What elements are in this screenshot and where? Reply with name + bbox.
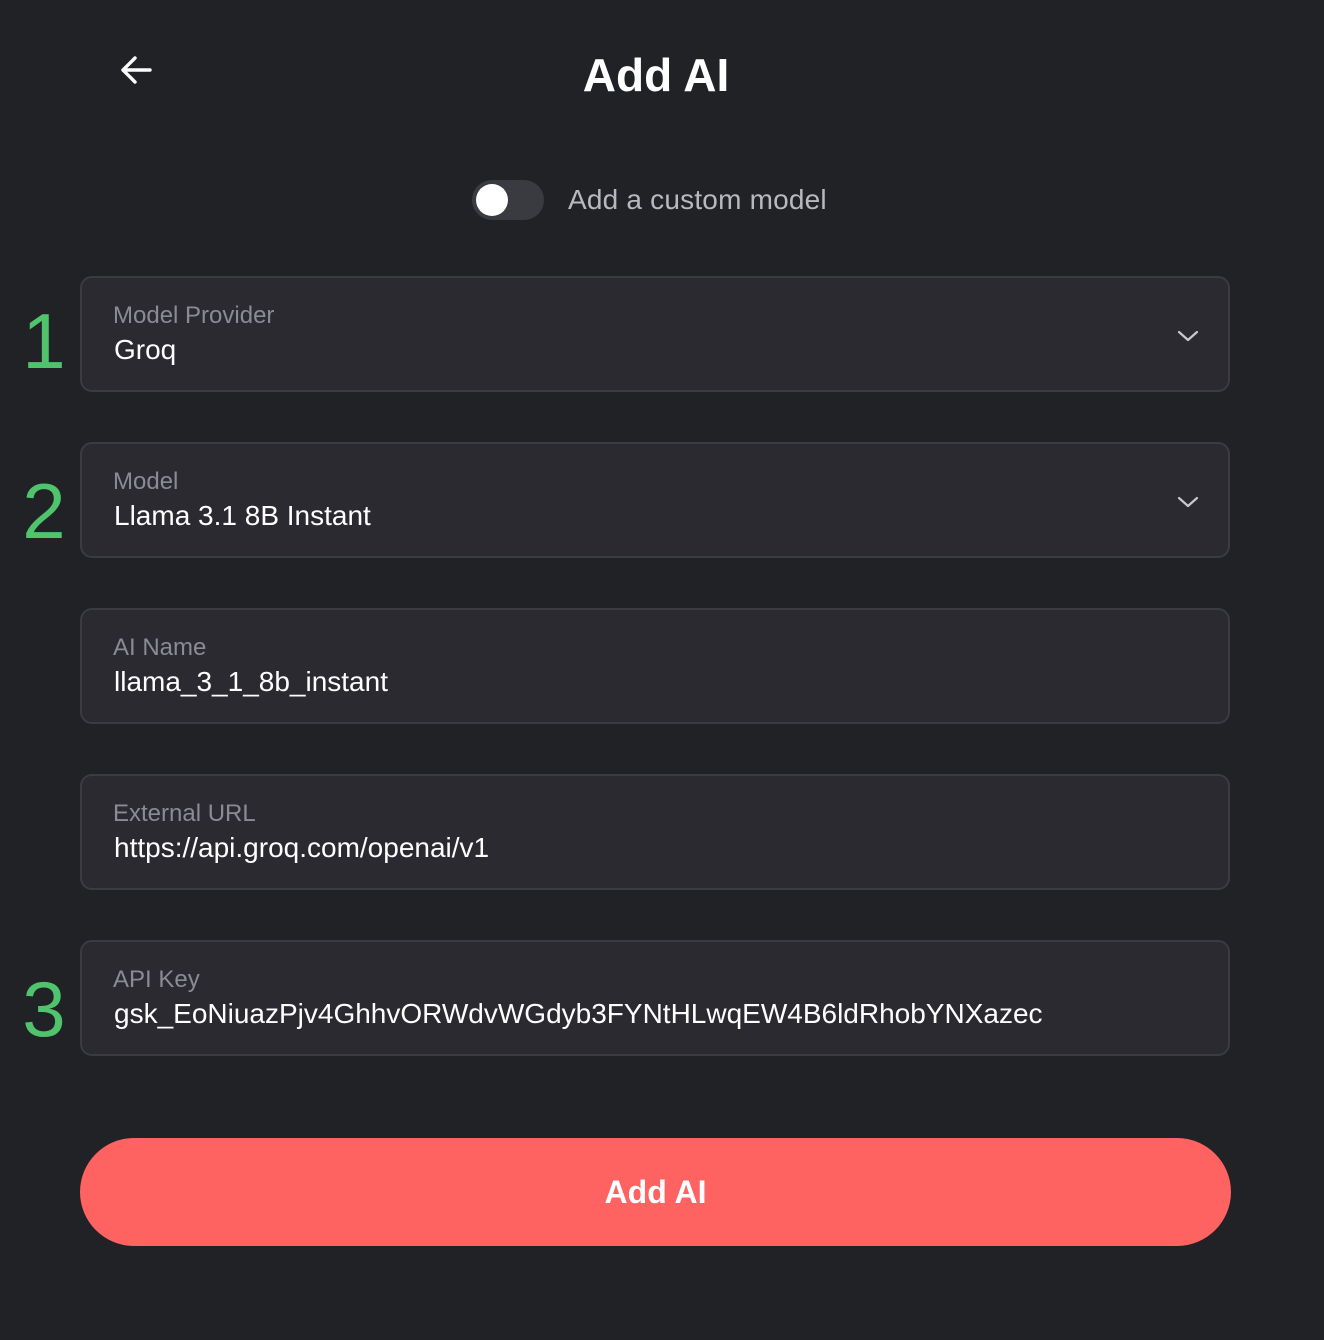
custom-model-toggle-row: Add a custom model: [472, 180, 827, 220]
external-url-label: External URL: [113, 800, 256, 827]
step-marker-3: 3: [22, 965, 66, 1053]
api-key-label: API Key: [113, 966, 200, 993]
external-url-field[interactable]: External URL https://api.groq.com/openai…: [80, 774, 1230, 890]
add-ai-button[interactable]: Add AI: [80, 1138, 1231, 1246]
model-provider-label: Model Provider: [113, 302, 275, 329]
model-select[interactable]: Model Llama 3.1 8B Instant: [80, 442, 1230, 558]
chevron-down-icon: [1177, 496, 1199, 508]
chevron-down-icon: [1177, 330, 1199, 342]
api-key-value[interactable]: gsk_EoNiuazPjv4GhhvORWdvWGdyb3FYNtHLwqEW…: [114, 998, 1043, 1030]
model-provider-select[interactable]: Model Provider Groq: [80, 276, 1230, 392]
ai-name-label: AI Name: [113, 634, 207, 661]
model-value: Llama 3.1 8B Instant: [114, 500, 371, 531]
api-key-field[interactable]: API Key gsk_EoNiuazPjv4GhhvORWdvWGdyb3FY…: [80, 940, 1230, 1056]
step-marker-2: 2: [22, 467, 66, 555]
toggle-knob: [476, 184, 508, 216]
model-label: Model: [113, 468, 179, 495]
step-marker-1: 1: [22, 297, 66, 385]
ai-name-field[interactable]: AI Name llama_3_1_8b_instant: [80, 608, 1230, 724]
custom-model-toggle[interactable]: [472, 180, 544, 220]
model-provider-value: Groq: [114, 334, 177, 365]
external-url-value[interactable]: https://api.groq.com/openai/v1: [114, 832, 489, 864]
ai-name-value[interactable]: llama_3_1_8b_instant: [114, 666, 388, 698]
page-title: Add AI: [582, 49, 730, 101]
custom-model-toggle-label: Add a custom model: [568, 184, 827, 215]
